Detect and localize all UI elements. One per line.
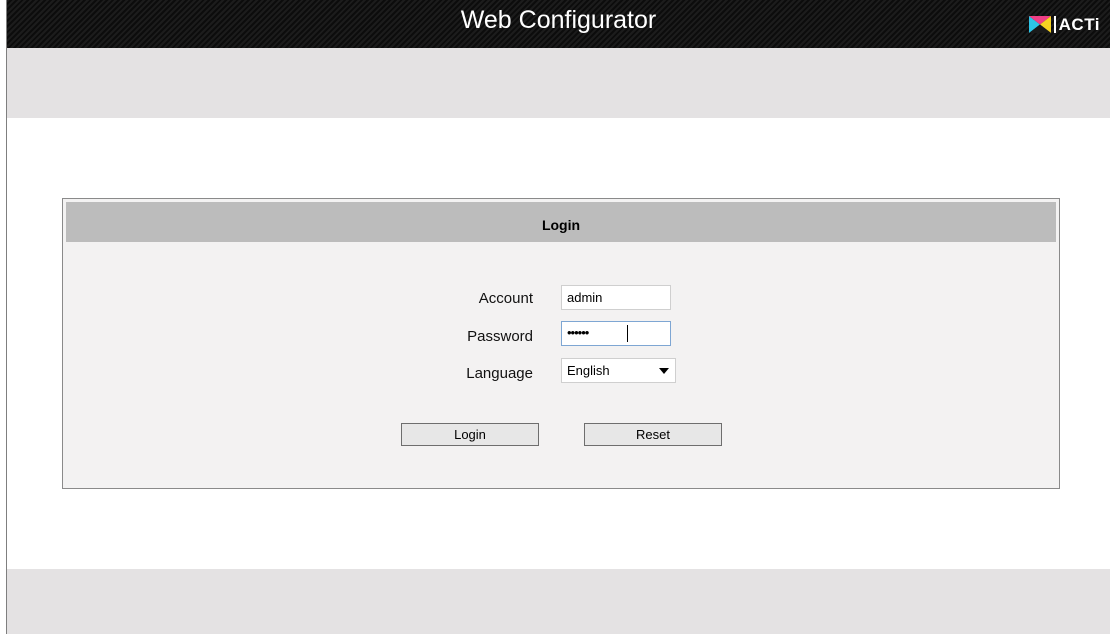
brand-name: ACTi xyxy=(1058,14,1100,34)
brand-separator xyxy=(1053,15,1056,33)
reset-button[interactable]: Reset xyxy=(584,423,722,446)
login-panel-header: Login xyxy=(66,202,1056,242)
password-input[interactable]: •••••• xyxy=(561,321,671,346)
password-mask: •••••• xyxy=(567,325,589,340)
brand-logo: ACTi xyxy=(1028,14,1100,34)
login-panel: Login Account Password •••••• Language E… xyxy=(62,198,1060,489)
language-select[interactable]: English xyxy=(561,358,676,383)
app-header: Web Configurator ACTi xyxy=(7,0,1110,48)
language-selected-value: English xyxy=(567,363,610,378)
acti-logo-icon xyxy=(1028,15,1051,33)
app-title: Web Configurator xyxy=(460,6,657,34)
top-band xyxy=(7,48,1110,118)
account-input[interactable] xyxy=(561,285,671,310)
login-button[interactable]: Login xyxy=(401,423,539,446)
login-heading: Login xyxy=(541,217,581,233)
bottom-band xyxy=(7,569,1110,634)
text-cursor xyxy=(627,325,628,342)
chevron-down-icon xyxy=(659,368,669,374)
account-label: Account xyxy=(478,290,533,307)
password-label: Password xyxy=(467,328,533,345)
language-label: Language xyxy=(466,365,533,382)
